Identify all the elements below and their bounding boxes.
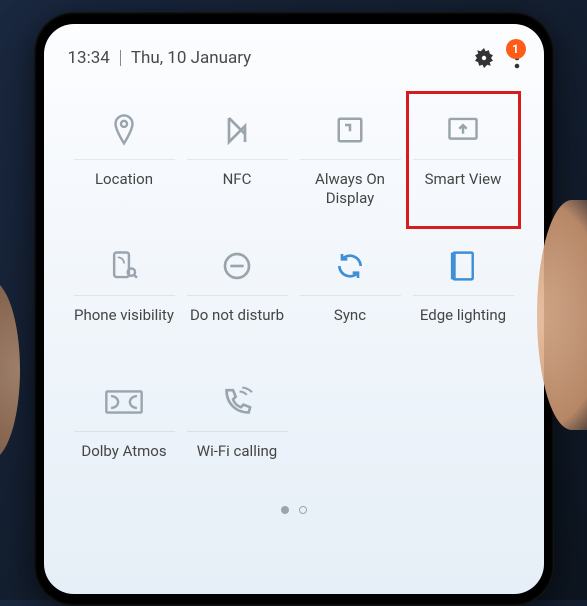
tile-label: Phone visibility xyxy=(74,306,174,344)
pager-dot[interactable] xyxy=(299,506,307,514)
dolby-icon xyxy=(72,378,177,426)
tile-dolby[interactable]: Dolby Atmos xyxy=(68,364,181,500)
tile-edge-light[interactable]: Edge lighting xyxy=(407,228,520,364)
tile-smart-view[interactable]: Smart View xyxy=(407,92,520,228)
tile-label: NFC xyxy=(223,170,252,208)
tile-label: Wi-Fi calling xyxy=(197,442,277,480)
status-divider xyxy=(120,50,121,66)
tile-wifi-call[interactable]: Wi-Fi calling xyxy=(181,364,294,500)
pager-dot[interactable] xyxy=(281,506,289,514)
phone-search-icon xyxy=(72,242,177,290)
quick-settings-grid: Location NFC Always On Display Smart View Ph… xyxy=(68,92,520,500)
tile-location[interactable]: Location xyxy=(68,92,181,228)
tile-sync[interactable]: Sync xyxy=(294,228,407,364)
tile-label: Location xyxy=(95,170,153,208)
tile-label: Always On Display xyxy=(298,170,403,208)
tile-phone-vis[interactable]: Phone visibility xyxy=(68,228,181,364)
nfc-icon xyxy=(185,106,290,154)
notification-badge: 1 xyxy=(506,39,526,59)
clock-square-icon xyxy=(298,106,403,154)
screen: 13:34 Thu, 10 January xyxy=(44,24,544,594)
tile-label: Dolby Atmos xyxy=(81,442,166,480)
tile-aod[interactable]: Always On Display xyxy=(294,92,407,228)
tile-label: Smart View xyxy=(425,170,502,208)
tile-dnd[interactable]: Do not disturb xyxy=(181,228,294,364)
status-date: Thu, 10 January xyxy=(131,48,251,68)
tile-nfc[interactable]: NFC xyxy=(181,92,294,228)
status-bar: 13:34 Thu, 10 January xyxy=(68,46,520,70)
page-indicator xyxy=(68,506,520,514)
sync-icon xyxy=(298,242,403,290)
status-time: 13:34 xyxy=(68,48,110,68)
more-icon[interactable]: 1 xyxy=(514,47,520,69)
tile-label: Sync xyxy=(334,306,366,344)
tile-label: Do not disturb xyxy=(190,306,284,344)
phone-frame: 13:34 Thu, 10 January xyxy=(34,12,554,606)
minus-circle-icon xyxy=(185,242,290,290)
edge-icon xyxy=(411,242,516,290)
settings-icon[interactable] xyxy=(472,46,496,70)
tile-label: Edge lighting xyxy=(420,306,506,344)
pin-icon xyxy=(72,106,177,154)
cast-icon xyxy=(411,106,516,154)
wifi-call-icon xyxy=(185,378,290,426)
